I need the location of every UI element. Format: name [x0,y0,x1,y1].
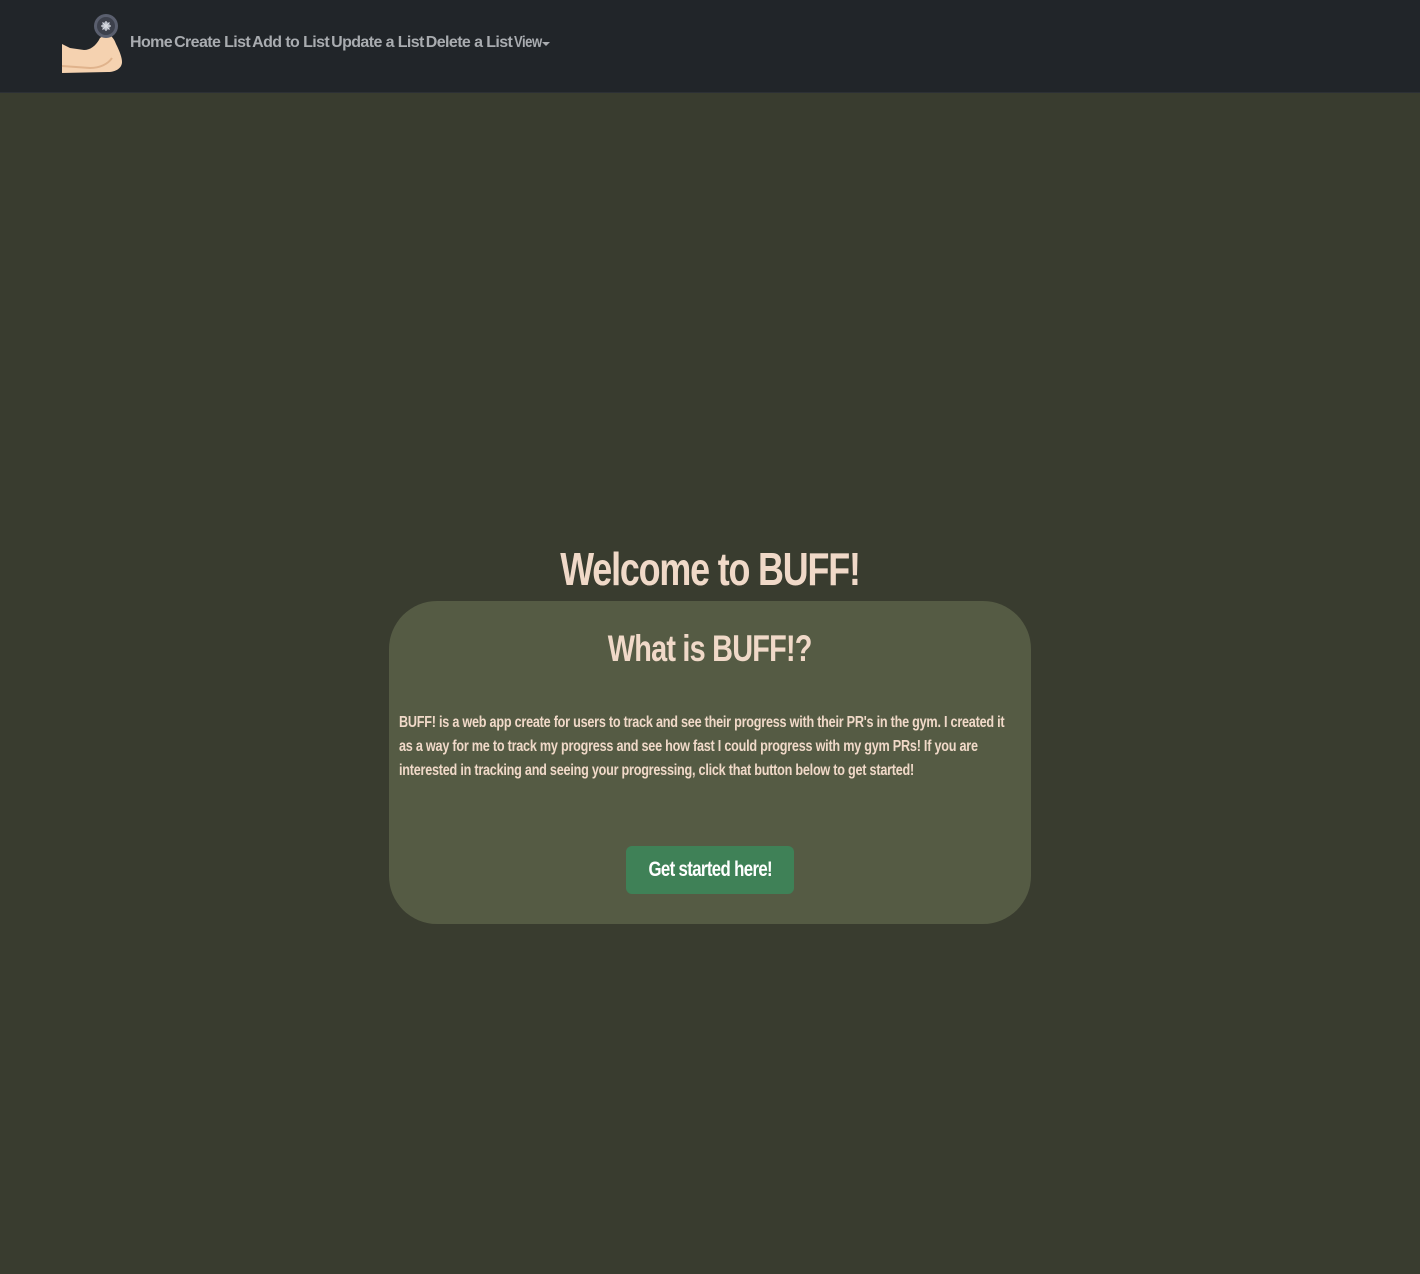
page-title-text: Welcome to BUFF! [560,543,861,595]
get-started-button[interactable]: Get started here! [626,846,794,894]
nav-delete-list-link[interactable]: Delete a List [426,34,513,51]
navbar: Home Create List Add to List Update a Li… [0,0,1420,93]
flexed-arm-dumbbell-icon[interactable] [60,12,124,74]
view-dropdown[interactable]: View [514,30,551,56]
caret-down-icon[interactable] [542,42,551,46]
nav-home-link[interactable]: Home [130,34,173,51]
nav-add-to-list-link[interactable]: Add to List [252,34,330,51]
card-description: BUFF! is a web app create for users to t… [399,714,1005,779]
nav-update-list-link[interactable]: Update a List [331,34,424,51]
get-started-button-label: Get started here! [648,858,772,881]
page-title: Welcome to BUFF! [0,540,1420,598]
nav-create-list-link[interactable]: Create List [174,34,251,51]
nav-links: Home Create List Add to List Update a Li… [130,30,551,56]
about-card: What is BUFF!? BUFF! is a web app create… [389,601,1031,924]
card-title: What is BUFF!? [389,625,1031,673]
view-dropdown-label[interactable]: View [514,30,542,56]
card-title-text: What is BUFF!? [608,628,813,669]
